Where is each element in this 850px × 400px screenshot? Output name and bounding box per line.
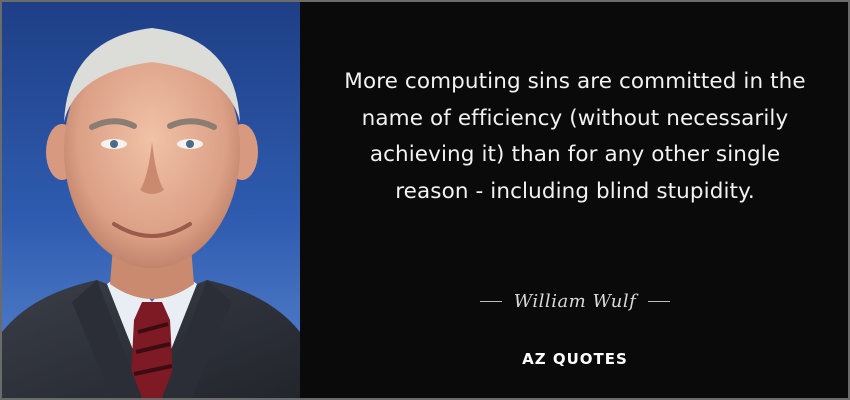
quote-card: More computing sins are committed in the… <box>0 0 850 400</box>
author-row: William Wulf <box>302 286 848 316</box>
azquotes-logo[interactable]: AZ QUOTES <box>302 350 848 368</box>
portrait-photo <box>2 2 300 398</box>
author-dash-right <box>648 300 671 302</box>
quote-text: More computing sins are committed in the… <box>344 69 806 204</box>
quote-area: More computing sins are committed in the… <box>302 2 848 398</box>
author-name[interactable]: William Wulf <box>514 291 637 312</box>
author-dash-left <box>479 300 502 302</box>
